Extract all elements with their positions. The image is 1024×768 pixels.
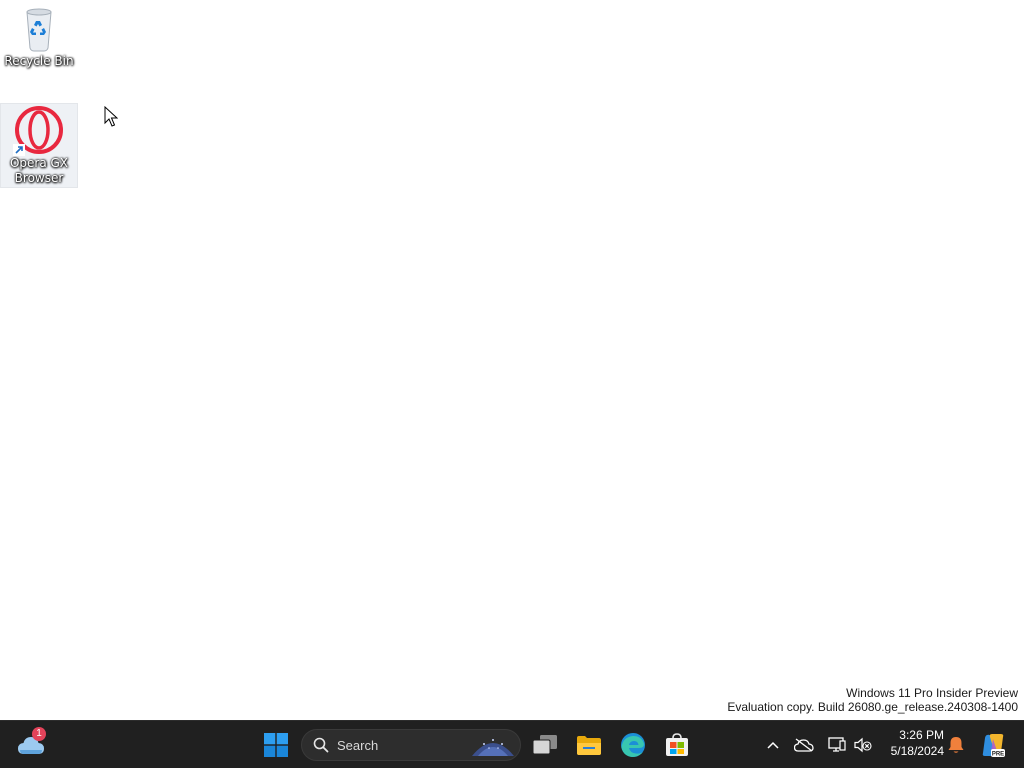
notifications-button[interactable] <box>945 733 967 757</box>
search-label: Search <box>337 737 379 753</box>
store-button[interactable] <box>659 727 695 763</box>
store-icon <box>666 733 688 756</box>
search-icon <box>313 737 329 753</box>
desktop-icon-opera-gx[interactable]: Opera GX Browser <box>0 103 78 188</box>
copilot-button[interactable]: PRE <box>976 729 1010 761</box>
clock-time: 3:26 PM <box>899 728 944 742</box>
windows-watermark: Windows 11 Pro Insider Preview Evaluatio… <box>727 686 1018 714</box>
opera-gx-label: Opera GX Browser <box>9 156 69 185</box>
task-view-button[interactable] <box>527 727 563 763</box>
shortcut-arrow-icon <box>13 144 25 156</box>
network-tray-button[interactable] <box>826 733 848 757</box>
copilot-icon: PRE <box>982 734 1005 757</box>
widgets-button[interactable]: 1 <box>14 727 50 763</box>
start-button[interactable] <box>258 727 294 763</box>
notification-bell-icon <box>948 737 964 753</box>
network-icon <box>828 737 846 752</box>
chevron-up-icon <box>767 741 779 749</box>
windows-start-icon <box>264 733 288 757</box>
recycle-bin-label: Recycle Bin <box>4 54 74 68</box>
taskbar: 1 Search 3:26 PM 5/18/2024 PRE <box>0 720 1024 768</box>
onedrive-tray-button[interactable] <box>792 733 816 757</box>
taskbar-clock[interactable]: 3:26 PM 5/18/2024 <box>878 727 944 759</box>
task-view-icon <box>532 735 557 755</box>
watermark-build: Evaluation copy. Build 26080.ge_release.… <box>727 700 1018 714</box>
clock-date: 5/18/2024 <box>890 744 944 758</box>
show-hidden-icons-button[interactable] <box>762 733 784 757</box>
widgets-badge: 1 <box>32 727 46 741</box>
widgets-badge-count: 1 <box>36 728 42 739</box>
desktop-icon-recycle-bin[interactable]: Recycle Bin <box>0 6 78 76</box>
watermark-edition: Windows 11 Pro Insider Preview <box>846 686 1018 700</box>
file-explorer-button[interactable] <box>571 727 607 763</box>
volume-tray-button[interactable] <box>852 733 874 757</box>
taskbar-search[interactable]: Search <box>301 729 521 761</box>
file-explorer-icon <box>577 736 601 755</box>
recycle-bin-icon <box>19 6 59 52</box>
onedrive-offline-icon <box>794 738 814 752</box>
opera-gx-icon <box>13 106 63 156</box>
volume-muted-icon <box>854 737 872 753</box>
desktop[interactable]: Recycle Bin Opera GX Browser Windows 11 … <box>0 0 1024 720</box>
search-highlight-icon <box>472 739 514 756</box>
edge-icon <box>621 733 645 757</box>
edge-button[interactable] <box>615 727 651 763</box>
mouse-cursor-icon <box>104 106 118 127</box>
svg-text:PRE: PRE <box>992 751 1004 757</box>
